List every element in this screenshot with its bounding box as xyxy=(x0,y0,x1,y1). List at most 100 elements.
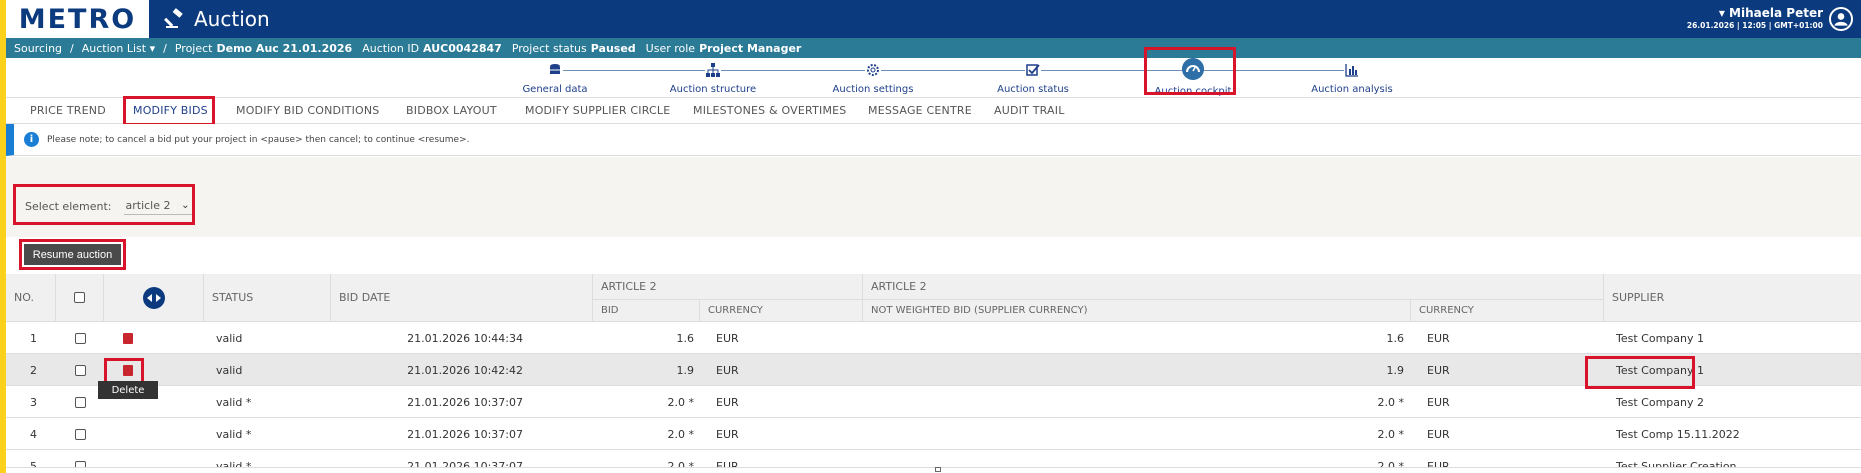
cell-currency: EUR xyxy=(716,427,739,441)
col-header-actions xyxy=(104,274,204,322)
row-checkbox[interactable] xyxy=(75,332,86,344)
delete-tooltip: Delete xyxy=(98,381,158,399)
cell-currency-2: EUR xyxy=(1427,331,1450,345)
step-auction-settings[interactable]: Auction settings xyxy=(803,62,943,95)
col-header-bid-date: BID DATE xyxy=(331,274,593,322)
select-all-checkbox[interactable] xyxy=(74,292,85,303)
filter-area xyxy=(6,157,1861,237)
hierarchy-icon xyxy=(705,62,721,78)
breadcrumb-auction-list[interactable]: Auction List ▾ xyxy=(82,42,155,55)
user-name: ▾ Mihaela Peter xyxy=(1718,6,1823,20)
breadcrumb-sourcing[interactable]: Sourcing xyxy=(14,42,62,55)
cell-bid-date: 21.01.2026 10:37:07 xyxy=(407,459,523,468)
cell-not-weighted-bid: 1.9 xyxy=(1386,363,1405,377)
info-banner: i Please note; to cancel a bid put your … xyxy=(6,124,1861,156)
cell-bid-date: 21.01.2026 10:42:42 xyxy=(407,363,523,377)
select-element-dropdown[interactable]: article 2 ⌄ xyxy=(123,197,192,215)
trash-icon[interactable] xyxy=(123,332,133,344)
tab-modify-bids[interactable]: MODIFY BIDS xyxy=(133,104,208,117)
cell-bid: 2.0 * xyxy=(667,459,695,468)
row-checkbox[interactable] xyxy=(75,396,86,408)
check-edit-icon xyxy=(1025,62,1041,78)
cell-no: 5 xyxy=(30,459,37,468)
step-auction-analysis[interactable]: Auction analysis xyxy=(1282,62,1422,95)
auction-id-label: Auction ID xyxy=(362,41,420,55)
col-header-no: NO. xyxy=(6,274,56,322)
breadcrumb: Sourcing / Auction List ▾ / Project Demo… xyxy=(6,38,1861,58)
action-bar xyxy=(6,237,1861,273)
table-row[interactable]: 4 valid * 21.01.2026 10:37:07 2.0 * EUR … xyxy=(6,418,1861,450)
expand-collapse-icon[interactable] xyxy=(142,286,165,309)
cell-bid: 2.0 * xyxy=(667,427,695,441)
project-status-value: Paused xyxy=(590,41,636,55)
cell-status: valid * xyxy=(216,395,252,409)
col-group-article-2-a: ARTICLE 2 xyxy=(593,274,863,300)
cell-not-weighted-bid: 2.0 * xyxy=(1377,459,1405,468)
row-checkbox[interactable] xyxy=(75,460,86,467)
col-header-supplier: SUPPLIER xyxy=(1604,274,1861,322)
row-checkbox[interactable] xyxy=(75,364,86,376)
user-timestamp: 26.01.2026 | 12:05 | GMT+01:00 xyxy=(1686,21,1823,30)
cell-no: 4 xyxy=(30,427,37,441)
cell-status: valid * xyxy=(216,459,252,468)
tab-audit-trail[interactable]: AUDIT TRAIL xyxy=(994,104,1065,117)
app-root: METRO Auction ▾ Mihaela Peter 26.01.2026… xyxy=(0,0,1861,473)
cell-checkbox xyxy=(75,418,86,450)
cell-status: valid * xyxy=(216,427,252,441)
cell-actions xyxy=(123,322,133,354)
cell-checkbox xyxy=(75,450,86,467)
tab-modify-supplier-circle[interactable]: MODIFY SUPPLIER CIRCLE xyxy=(525,104,670,117)
cell-bid: 2.0 * xyxy=(667,395,695,409)
cell-supplier: Test Company 2 xyxy=(1616,395,1704,409)
tab-bar: PRICE TREND MODIFY BIDS MODIFY BID CONDI… xyxy=(6,98,1861,124)
project-label: Project xyxy=(174,41,213,55)
table-row[interactable]: 5 valid * 21.01.2026 10:37:07 2.0 * EUR … xyxy=(6,450,1861,468)
cell-currency-2: EUR xyxy=(1427,395,1450,409)
tab-milestones-overtimes[interactable]: MILESTONES & OVERTIMES xyxy=(693,104,846,117)
cell-checkbox xyxy=(75,354,86,386)
tab-message-centre[interactable]: MESSAGE CENTRE xyxy=(868,104,972,117)
row-checkbox[interactable] xyxy=(75,428,86,440)
info-text: Please note; to cancel a bid put your pr… xyxy=(47,134,470,145)
cell-supplier: Test Company 1 xyxy=(1616,363,1704,377)
select-element-label: Select element: xyxy=(25,199,112,213)
avatar-icon[interactable] xyxy=(1829,7,1853,31)
user-menu[interactable]: ▾ Mihaela Peter 26.01.2026 | 12:05 | GMT… xyxy=(1687,6,1823,30)
step-auction-cockpit[interactable]: Auction cockpit xyxy=(1123,58,1263,97)
metro-logo[interactable]: METRO xyxy=(6,0,149,38)
bar-chart-icon xyxy=(1344,62,1360,78)
tab-price-trend[interactable]: PRICE TREND xyxy=(30,104,106,117)
cell-currency: EUR xyxy=(716,363,739,377)
cell-supplier: Test Company 1 xyxy=(1616,331,1704,345)
cell-status: valid xyxy=(216,363,243,377)
resume-auction-button[interactable]: Resume auction xyxy=(24,244,121,265)
cell-bid-date: 21.01.2026 10:37:07 xyxy=(407,427,523,441)
cell-status: valid xyxy=(216,331,243,345)
resize-handle[interactable] xyxy=(935,467,941,472)
cell-currency: EUR xyxy=(716,459,739,468)
col-header-bid: BID xyxy=(593,300,700,322)
table-row[interactable]: 2 valid 21.01.2026 10:42:42 1.9 EUR 1.9 … xyxy=(6,354,1861,386)
tab-bidbox-layout[interactable]: BIDBOX LAYOUT xyxy=(406,104,497,117)
user-role-label: User role xyxy=(645,41,696,55)
tab-modify-bid-conditions[interactable]: MODIFY BID CONDITIONS xyxy=(236,104,379,117)
step-auction-structure[interactable]: Auction structure xyxy=(643,62,783,95)
table-row[interactable]: 3 valid * 21.01.2026 10:37:07 2.0 * EUR … xyxy=(6,386,1861,418)
gavel-icon xyxy=(164,8,183,28)
col-header-currency-2: CURRENCY xyxy=(1411,300,1604,322)
col-header-status: STATUS xyxy=(204,274,331,322)
step-general-data[interactable]: General data xyxy=(485,62,625,95)
select-element-control: Select element: article 2 ⌄ xyxy=(25,197,192,215)
cell-currency: EUR xyxy=(716,395,739,409)
col-header-select-all xyxy=(56,274,104,322)
auction-id-value: AUC0042847 xyxy=(423,41,502,55)
col-header-not-weighted-bid: NOT WEIGHTED BID (SUPPLIER CURRENCY) xyxy=(863,300,1411,322)
gear-icon xyxy=(865,62,881,78)
cell-not-weighted-bid: 1.6 xyxy=(1386,331,1405,345)
cell-not-weighted-bid: 2.0 * xyxy=(1377,427,1405,441)
table-row[interactable]: 1 valid 21.01.2026 10:44:34 1.6 EUR 1.6 … xyxy=(6,322,1861,354)
cell-bid: 1.9 xyxy=(676,363,695,377)
step-auction-status[interactable]: Auction status xyxy=(963,62,1103,95)
trash-icon[interactable] xyxy=(123,364,133,376)
chevron-down-icon: ⌄ xyxy=(181,200,190,211)
